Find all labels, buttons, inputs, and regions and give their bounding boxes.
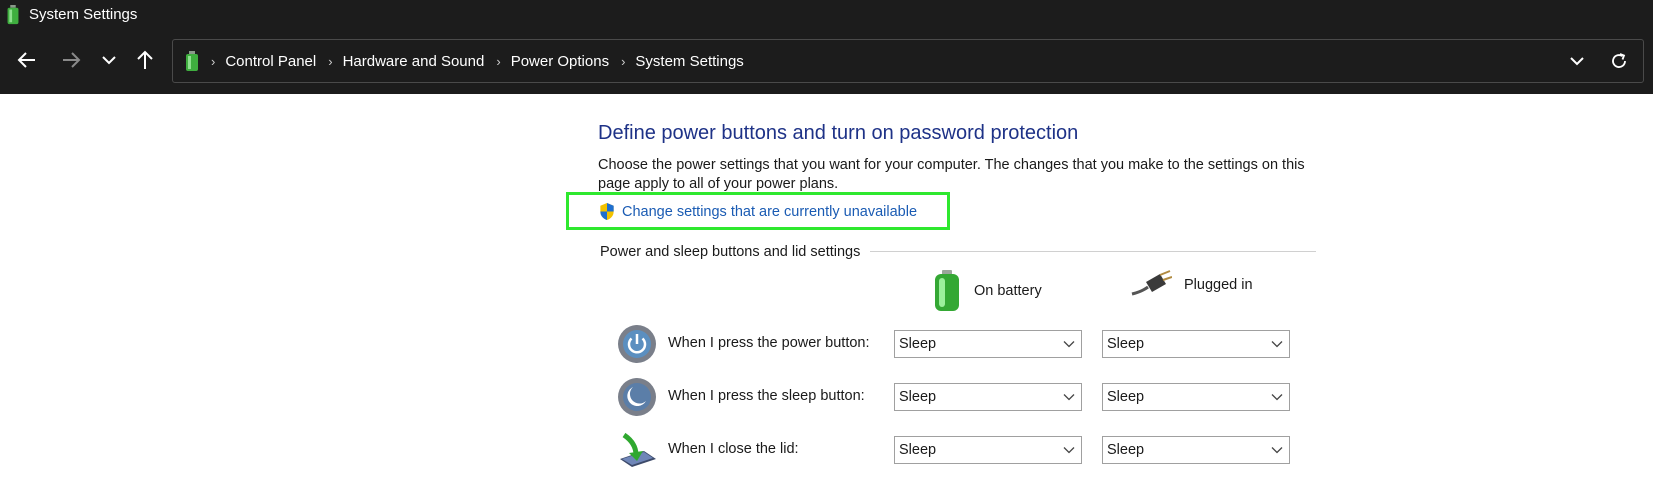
- power-button-plugged-select[interactable]: Sleep: [1102, 330, 1290, 358]
- sleep-button-battery-select[interactable]: Sleep: [894, 383, 1082, 411]
- chevron-down-icon: [102, 56, 116, 65]
- battery-icon: [186, 51, 198, 71]
- select-value: Sleep: [899, 389, 937, 405]
- column-label-battery: On battery: [974, 283, 1042, 299]
- address-history-button[interactable]: [1557, 41, 1597, 81]
- uac-shield-icon: [600, 202, 614, 221]
- power-button-row: When I press the power button: Sleep Sle…: [616, 323, 1296, 367]
- chevron-down-icon: [1570, 57, 1584, 66]
- close-lid-plugged-select[interactable]: Sleep: [1102, 436, 1290, 464]
- close-lid-label: When I close the lid:: [668, 441, 799, 457]
- forward-button[interactable]: [56, 42, 86, 78]
- breadcrumb-separator: ›: [211, 53, 216, 69]
- chevron-down-icon: [1063, 447, 1075, 454]
- power-button-label: When I press the power button:: [668, 335, 870, 351]
- up-button[interactable]: [130, 42, 160, 78]
- select-value: Sleep: [1107, 336, 1145, 352]
- power-button-icon: [618, 325, 656, 363]
- lid-icon: [620, 432, 656, 467]
- chevron-down-icon: [1271, 341, 1283, 348]
- sleep-button-row: When I press the sleep button: Sleep Sle…: [616, 376, 1296, 420]
- main-content: Define power buttons and turn on passwor…: [0, 94, 1653, 492]
- chevron-down-icon: [1063, 394, 1075, 401]
- select-value: Sleep: [1107, 442, 1145, 458]
- sleep-button-icon: [618, 378, 656, 416]
- forward-arrow-icon: [63, 52, 81, 68]
- breadcrumb-system-settings[interactable]: System Settings: [635, 53, 743, 70]
- power-button-battery-select[interactable]: Sleep: [894, 330, 1082, 358]
- back-button[interactable]: [12, 42, 42, 78]
- sleep-button-plugged-select[interactable]: Sleep: [1102, 383, 1290, 411]
- navigation-bar: › Control Panel › Hardware and Sound › P…: [0, 30, 1653, 94]
- chevron-down-icon: [1063, 341, 1075, 348]
- close-lid-battery-select[interactable]: Sleep: [894, 436, 1082, 464]
- breadcrumb-power-options[interactable]: Power Options: [511, 53, 609, 70]
- column-label-plugged: Plugged in: [1184, 277, 1253, 293]
- page-description: Choose the power settings that you want …: [598, 157, 1305, 192]
- plug-icon: [1131, 270, 1172, 296]
- chevron-down-icon: [1271, 447, 1283, 454]
- recent-locations-button[interactable]: [94, 42, 124, 78]
- group-label: Power and sleep buttons and lid settings: [600, 244, 869, 260]
- change-settings-link-text[interactable]: Change settings that are currently unava…: [622, 204, 917, 220]
- address-bar-actions: [1557, 40, 1643, 82]
- breadcrumb-control-panel[interactable]: Control Panel: [225, 53, 316, 70]
- refresh-icon: [1612, 53, 1626, 68]
- breadcrumb-hardware-and-sound[interactable]: Hardware and Sound: [343, 53, 485, 70]
- title-bar: System Settings: [0, 0, 1653, 30]
- column-header-plugged-in: Plugged in: [1130, 270, 1253, 300]
- battery-icon: [935, 270, 959, 311]
- battery-icon: [7, 5, 19, 25]
- close-lid-row: When I close the lid: Sleep Sleep: [616, 429, 1296, 473]
- breadcrumb-separator: ›: [496, 53, 501, 69]
- up-arrow-icon: [137, 50, 153, 69]
- group-divider: [870, 251, 1316, 252]
- change-settings-link[interactable]: Change settings that are currently unava…: [598, 202, 917, 221]
- select-value: Sleep: [899, 442, 937, 458]
- sleep-button-label: When I press the sleep button:: [668, 388, 865, 404]
- select-value: Sleep: [1107, 389, 1145, 405]
- column-header-on-battery: On battery: [932, 270, 1042, 312]
- refresh-button[interactable]: [1599, 41, 1639, 81]
- page-title: Define power buttons and turn on passwor…: [598, 122, 1079, 144]
- select-value: Sleep: [899, 336, 937, 352]
- breadcrumb-separator: ›: [328, 53, 333, 69]
- breadcrumb-separator: ›: [621, 53, 626, 69]
- window-title: System Settings: [29, 6, 138, 23]
- chevron-down-icon: [1271, 394, 1283, 401]
- back-arrow-icon: [17, 52, 35, 68]
- address-bar[interactable]: › Control Panel › Hardware and Sound › P…: [172, 39, 1644, 83]
